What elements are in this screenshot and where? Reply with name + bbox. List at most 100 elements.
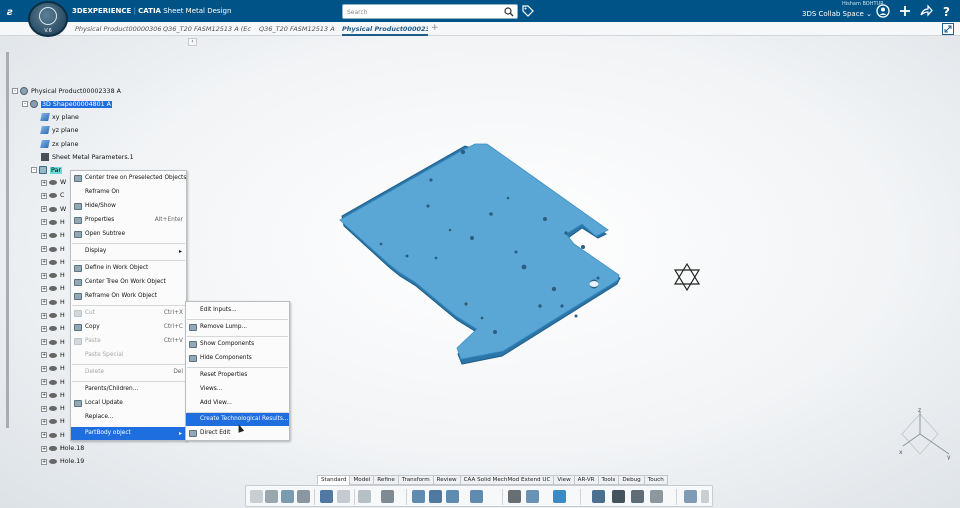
collapse-tree-button[interactable]: ‹ (188, 38, 197, 46)
menu-show-components[interactable]: Show Components (186, 338, 289, 351)
menu-delete[interactable]: Delete Del (71, 366, 186, 379)
render-icon[interactable] (612, 490, 625, 503)
menu-copy[interactable]: Copy Ctrl+C (71, 321, 186, 334)
robot-compass-icon[interactable] (672, 262, 702, 292)
menu-reset-properties[interactable]: Reset Properties (186, 369, 289, 382)
tab-caa-solid[interactable]: CAA Solid MechMod Extend UC (459, 475, 555, 485)
menu-partbody-object[interactable]: PartBody object ▸ (71, 427, 186, 440)
collapse-icon[interactable]: - (22, 101, 28, 107)
menu-replace[interactable]: Replace... (71, 411, 186, 424)
tree-feature-row[interactable]: +H (41, 272, 65, 279)
search-icon[interactable] (504, 7, 514, 17)
tab-standard[interactable]: Standard (317, 475, 351, 485)
capture-icon[interactable] (508, 490, 521, 503)
compass-widget[interactable]: V.6 (28, 1, 68, 37)
rotate-icon[interactable] (446, 490, 459, 503)
expand-icon[interactable]: + (41, 418, 47, 425)
menu-center-tree-work-object[interactable]: Center Tree On Work Object (71, 276, 186, 289)
expand-icon[interactable]: + (41, 379, 47, 385)
tree-feature-row[interactable]: +H (41, 219, 65, 226)
search-zoom-icon[interactable] (470, 490, 483, 503)
add-user-icon[interactable] (876, 4, 890, 18)
tree-hole-18[interactable]: + Hole.18 (41, 445, 84, 452)
menu-parents-children[interactable]: Parents/Children... (71, 383, 186, 396)
tree-hole-19[interactable]: + Hole.19 (41, 458, 84, 465)
paste-icon[interactable] (297, 490, 310, 503)
collapse-icon[interactable]: - (12, 88, 18, 94)
tree-feature-row[interactable]: +H (41, 405, 65, 412)
tree-feature-row[interactable]: + W (41, 179, 66, 186)
tree-feature-row[interactable]: +H (41, 232, 65, 239)
tree-feature-row[interactable]: + C (41, 192, 64, 199)
tab-view[interactable]: View (553, 475, 575, 485)
tree-feature-row[interactable]: +H (41, 339, 65, 346)
hide-show-icon[interactable] (592, 490, 605, 503)
plus-icon[interactable] (898, 4, 912, 18)
zoom-icon[interactable] (412, 490, 425, 503)
menu-properties[interactable]: Properties Alt+Enter (71, 214, 186, 227)
tree-feature-row[interactable]: +H (41, 392, 65, 399)
tree-feature-row[interactable]: +H (41, 432, 65, 439)
tab-transform[interactable]: Transform (397, 475, 434, 485)
tab-q36[interactable]: Q36_T20 FASM12513 A (259, 25, 335, 33)
new-tab-plus-icon[interactable]: + (431, 23, 439, 33)
expand-icon[interactable]: + (41, 285, 47, 292)
expand-icon[interactable]: + (41, 179, 47, 186)
expand-icon[interactable]: + (41, 206, 47, 213)
help-icon[interactable]: ? (940, 4, 954, 18)
menu-hide-components[interactable]: Hide Components (186, 352, 289, 365)
tree-partbody[interactable]: - Par (31, 166, 62, 174)
expand-icon[interactable]: + (41, 232, 47, 239)
menu-paste-special[interactable]: Paste Special (71, 349, 186, 362)
expand-icon[interactable]: + (41, 312, 47, 319)
menu-reframe-on[interactable]: Reframe On (71, 186, 186, 199)
tree-feature-row[interactable]: +H (41, 246, 65, 253)
fit-all-icon[interactable] (526, 490, 539, 503)
material-icon[interactable] (650, 490, 663, 503)
expand-icon[interactable]: + (41, 246, 47, 252)
more-icon[interactable] (701, 490, 709, 503)
menu-open-subtree[interactable]: Open Subtree (71, 228, 186, 241)
share-icon[interactable] (919, 4, 933, 18)
tab-ar-vr[interactable]: AR-VR (573, 475, 599, 485)
expand-icon[interactable]: + (41, 192, 47, 199)
menu-display[interactable]: Display ▸ (71, 245, 186, 258)
tree-sheet-metal-params[interactable]: Sheet Metal Parameters.1 (41, 153, 134, 161)
tree-feature-row[interactable]: + W (41, 206, 66, 213)
tree-scrollbar[interactable] (6, 52, 9, 428)
tab-touch[interactable]: Touch (643, 475, 668, 485)
expand-icon[interactable]: + (41, 339, 47, 346)
tab-tools[interactable]: Tools (597, 475, 620, 485)
3ds-logo-icon[interactable]: ƨ (6, 4, 22, 18)
search-input[interactable]: Search (342, 4, 518, 19)
tab-model[interactable]: Model (349, 475, 375, 485)
scissors-icon[interactable] (265, 490, 278, 503)
expand-icon[interactable]: + (41, 325, 47, 332)
menu-add-view[interactable]: Add View... (186, 397, 289, 410)
tree-feature-row[interactable]: +H (41, 299, 65, 306)
tree-zx-plane[interactable]: zx plane (40, 140, 79, 148)
redo-icon[interactable] (337, 490, 350, 503)
expand-icon[interactable]: + (41, 432, 47, 439)
copy-icon[interactable] (281, 490, 294, 503)
tree-feature-row[interactable]: +H (41, 285, 65, 292)
expand-icon[interactable]: + (41, 299, 47, 306)
expand-icon[interactable]: + (41, 405, 47, 412)
menu-remove-lump[interactable]: Remove Lump... (186, 321, 289, 334)
expand-icon[interactable]: + (41, 365, 47, 372)
tab-q36-ec[interactable]: Q36_T20 FASM12513 A (Ec (163, 25, 251, 33)
undo-icon[interactable] (320, 490, 333, 503)
tree-feature-row[interactable]: +H (41, 418, 65, 425)
menu-reframe-work-object[interactable]: Reframe On Work Object (71, 290, 186, 303)
menu-define-work-object[interactable]: Define in Work Object (71, 262, 186, 275)
sheet-metal-part[interactable] (330, 138, 630, 370)
tab-debug[interactable]: Debug (618, 475, 645, 485)
menu-cut[interactable]: Cut Ctrl+X (71, 307, 186, 320)
tab-physical-product-306[interactable]: Physical Product00000306 (75, 25, 162, 33)
menu-hide-show[interactable]: Hide/Show (71, 200, 186, 213)
collapse-icon[interactable]: - (31, 167, 37, 173)
menu-local-update[interactable]: Local Update (71, 397, 186, 410)
collab-space-selector[interactable]: 3DS Collab Space ⌄ (802, 10, 872, 18)
menu-edit-inputs[interactable]: Edit Inputs... (186, 304, 289, 317)
tag-icon[interactable] (522, 5, 534, 17)
